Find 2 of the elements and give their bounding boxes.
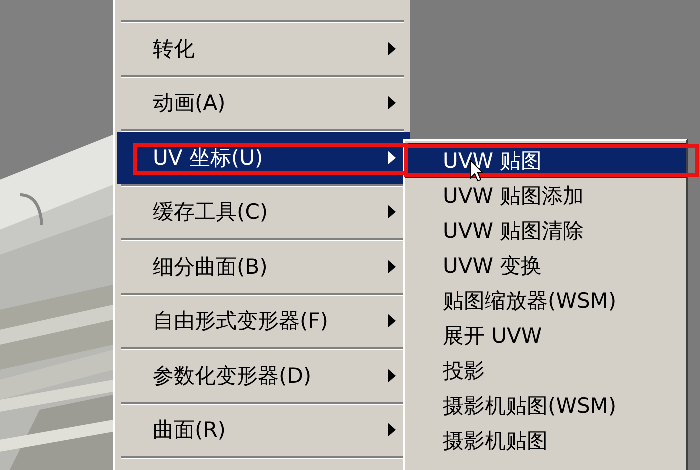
menu-item[interactable]: 转化 [117,23,410,74]
menu-item[interactable]: 动画(A) [117,78,410,129]
